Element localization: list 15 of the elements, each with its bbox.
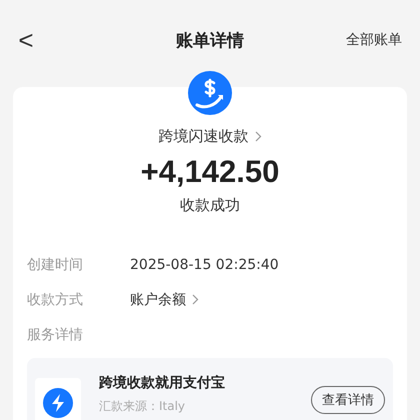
detail-label: 创建时间 bbox=[27, 256, 84, 274]
status-text: 收款成功 bbox=[180, 196, 240, 215]
all-bills-link[interactable]: 全部账单 bbox=[346, 31, 402, 49]
chevron-icon bbox=[254, 131, 262, 142]
detail-value[interactable]: 账户余额 bbox=[130, 290, 199, 308]
back-button[interactable]: < bbox=[16, 27, 36, 53]
page-title: 账单详情 bbox=[176, 30, 244, 52]
service-title: 跨境收款就用支付宝 bbox=[99, 374, 226, 392]
service-info: 汇款来源：Italy bbox=[99, 398, 186, 415]
service-link[interactable]: 跨境闪速收款 bbox=[158, 127, 262, 146]
detail-label: 收款方式 bbox=[27, 290, 84, 308]
section-label: 服务详情 bbox=[27, 326, 84, 344]
view-details-button[interactable]: 查看详情 bbox=[311, 386, 385, 414]
amount: +4,142.50 bbox=[140, 154, 280, 190]
detail-value: 2025-08-15 02:25:40 bbox=[130, 256, 279, 272]
